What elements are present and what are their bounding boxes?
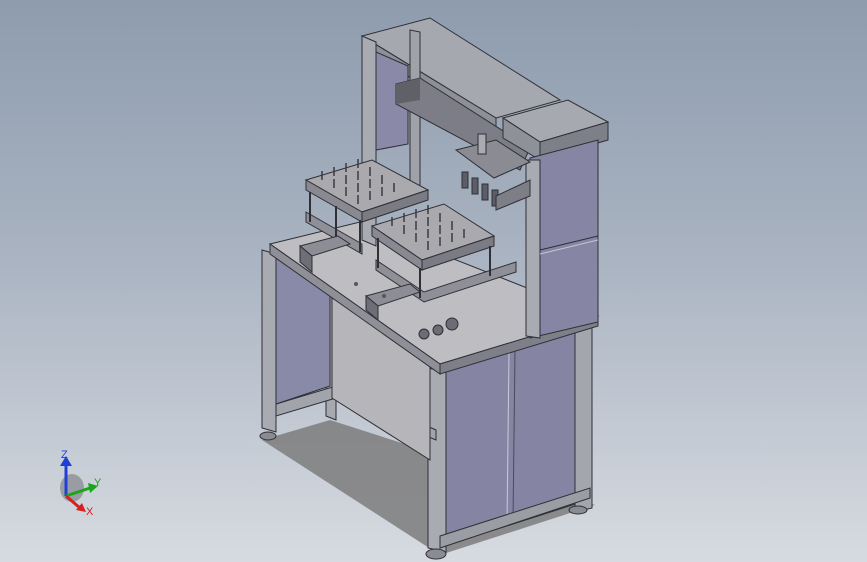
model-canvas[interactable]: Z Y X	[0, 0, 867, 562]
left-front-leg	[261, 249, 277, 433]
triad-x-label: X	[86, 506, 94, 518]
cad-viewport[interactable]: Z Y X	[0, 0, 867, 562]
coordinate-triad: Z Y X	[60, 449, 102, 518]
cabinet-front-post	[427, 367, 447, 553]
triad-y-label: Y	[94, 477, 102, 489]
triad-z-label: Z	[61, 449, 68, 461]
